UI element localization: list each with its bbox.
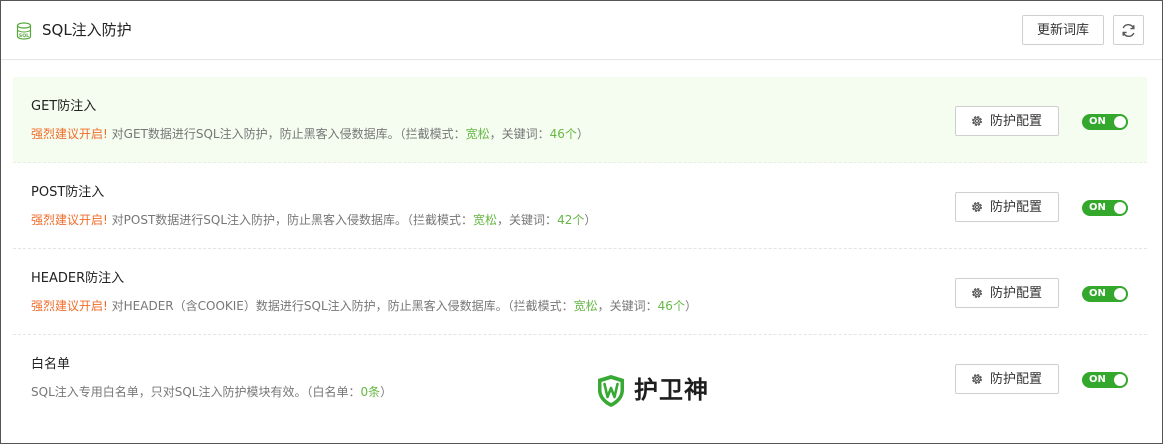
refresh-icon bbox=[1122, 24, 1135, 37]
config-button-label: 防护配置 bbox=[990, 200, 1043, 215]
toggle-knob bbox=[1114, 374, 1126, 386]
toggle-label: ON bbox=[1089, 116, 1106, 127]
toggle-label: ON bbox=[1089, 202, 1106, 213]
row-title: GET防注入 bbox=[31, 99, 97, 114]
description-text: 对GET数据进行SQL注入防护，防止黑客入侵数据库。（拦截模式： bbox=[111, 127, 466, 141]
toggle-label: ON bbox=[1089, 374, 1106, 385]
protection-config-button[interactable]: 防护配置 bbox=[955, 192, 1059, 222]
toggle-knob bbox=[1114, 202, 1126, 214]
description-text: ） bbox=[576, 127, 589, 141]
toggle-knob bbox=[1114, 116, 1126, 128]
sql-injection-panel: SQL SQL注入防护 更新词库 GET防注入 强烈建议开启! 对GET数据进行… bbox=[0, 0, 1163, 444]
protection-row-get: GET防注入 强烈建议开启! 对GET数据进行SQL注入防护，防止黑客入侵数据库… bbox=[13, 77, 1147, 163]
protection-config-button[interactable]: 防护配置 bbox=[955, 278, 1059, 308]
watermark-text: 护卫神 bbox=[634, 376, 709, 404]
page-title: SQL注入防护 bbox=[42, 21, 132, 39]
warning-text: 强烈建议开启! bbox=[31, 299, 108, 313]
description-text: ） bbox=[584, 213, 597, 227]
description-text: ，关键词： bbox=[489, 127, 550, 141]
intercept-mode: 宽松 bbox=[573, 299, 598, 313]
database-sql-icon: SQL bbox=[16, 22, 32, 40]
config-button-label: 防护配置 bbox=[990, 114, 1043, 129]
gear-icon bbox=[972, 202, 982, 212]
intercept-mode: 宽松 bbox=[473, 213, 498, 227]
row-description: 强烈建议开启! 对GET数据进行SQL注入防护，防止黑客入侵数据库。（拦截模式：… bbox=[31, 126, 589, 142]
row-title: 白名单 bbox=[31, 357, 71, 372]
description-text: 对HEADER（含COOKIE）数据进行SQL注入防护，防止黑客入侵数据库。（拦… bbox=[111, 299, 574, 313]
row-title: POST防注入 bbox=[31, 185, 105, 200]
config-button-label: 防护配置 bbox=[990, 286, 1043, 301]
protection-config-button[interactable]: 防护配置 bbox=[955, 106, 1059, 136]
intercept-mode: 宽松 bbox=[465, 127, 490, 141]
gear-icon bbox=[972, 116, 982, 126]
shield-w-logo-icon bbox=[598, 375, 624, 407]
keyword-count: 46个 bbox=[549, 127, 577, 141]
description-text: ） bbox=[684, 299, 697, 313]
protection-row-post: POST防注入 强烈建议开启! 对POST数据进行SQL注入防护，防止黑客入侵数… bbox=[13, 163, 1147, 249]
description-text: ） bbox=[380, 385, 393, 399]
config-button-label: 防护配置 bbox=[990, 372, 1043, 387]
panel-header: SQL SQL注入防护 更新词库 bbox=[1, 1, 1162, 60]
description-text: ，关键词： bbox=[597, 299, 658, 313]
toggle-switch[interactable]: ON bbox=[1082, 114, 1128, 130]
protection-row-header: HEADER防注入 强烈建议开启! 对HEADER（含COOKIE）数据进行SQ… bbox=[13, 249, 1147, 335]
toggle-knob bbox=[1114, 288, 1126, 300]
toggle-switch[interactable]: ON bbox=[1082, 200, 1128, 216]
description-text: SQL注入专用白名单，只对SQL注入防护模块有效。（白名单： bbox=[31, 385, 361, 399]
refresh-button[interactable] bbox=[1113, 15, 1144, 45]
row-description: 强烈建议开启! 对HEADER（含COOKIE）数据进行SQL注入防护，防止黑客… bbox=[31, 298, 697, 314]
warning-text: 强烈建议开启! bbox=[31, 127, 108, 141]
description-text: 对POST数据进行SQL注入防护，防止黑客入侵数据库。（拦截模式： bbox=[111, 213, 474, 227]
row-description: SQL注入专用白名单，只对SQL注入防护模块有效。（白名单：0条） bbox=[31, 384, 392, 400]
protection-row-whitelist: 白名单 SQL注入专用白名单，只对SQL注入防护模块有效。（白名单：0条） 防护… bbox=[13, 335, 1147, 421]
warning-text: 强烈建议开启! bbox=[31, 213, 108, 227]
toggle-switch[interactable]: ON bbox=[1082, 286, 1128, 302]
gear-icon bbox=[972, 374, 982, 384]
keyword-count: 46个 bbox=[657, 299, 685, 313]
toggle-switch[interactable]: ON bbox=[1082, 372, 1128, 388]
protection-config-button[interactable]: 防护配置 bbox=[955, 364, 1059, 394]
update-library-button[interactable]: 更新词库 bbox=[1022, 15, 1104, 45]
toggle-label: ON bbox=[1089, 288, 1106, 299]
row-description: 强烈建议开启! 对POST数据进行SQL注入防护，防止黑客入侵数据库。（拦截模式… bbox=[31, 212, 596, 228]
whitelist-count: 0条 bbox=[360, 385, 381, 399]
row-title: HEADER防注入 bbox=[31, 271, 125, 286]
keyword-count: 42个 bbox=[557, 213, 585, 227]
svg-text:SQL: SQL bbox=[19, 33, 29, 39]
description-text: ，关键词： bbox=[497, 213, 558, 227]
gear-icon bbox=[972, 288, 982, 298]
